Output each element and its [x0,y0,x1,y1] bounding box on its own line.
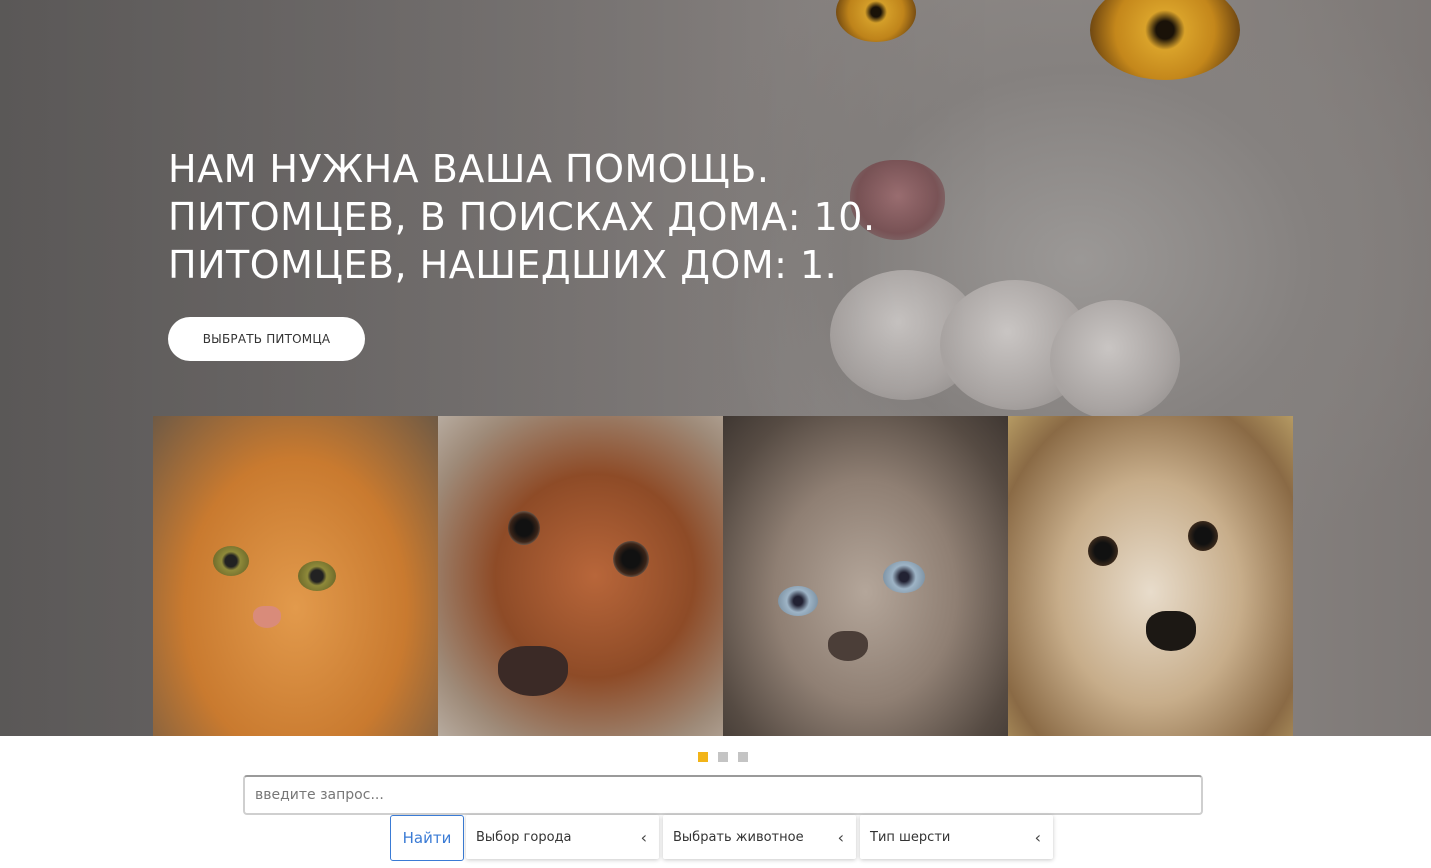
slide-puppy[interactable] [1008,416,1293,736]
slide-orange-cat[interactable] [153,416,438,736]
pet-eye-image [1088,536,1118,566]
animal-select[interactable]: Выбрать животное ‹ [663,815,856,859]
city-select-label: Выбор города [476,829,572,845]
hero-line-found: ПИТОМЦЕВ, НАШЕДШИХ ДОМ: 1. [168,243,838,287]
pet-eye-image [778,586,818,616]
chevron-left-icon: ‹ [640,827,647,847]
animal-select-label: Выбрать животное [673,829,804,845]
pet-nose-image [253,606,281,628]
carousel-dot-2[interactable] [718,752,728,762]
carousel-dot-1[interactable] [698,752,708,762]
pet-eye-image [213,546,249,576]
carousel-dot-3[interactable] [738,752,748,762]
pet-carousel [153,416,1293,736]
chevron-left-icon: ‹ [1034,827,1041,847]
slide-persian-cat[interactable] [723,416,1008,736]
pet-eye-image [883,561,925,593]
fur-type-select-label: Тип шерсти [870,829,951,845]
city-select[interactable]: Выбор города ‹ [466,815,659,859]
slide-dachshund[interactable] [438,416,723,736]
carousel-dots [698,752,748,762]
pet-eye-image [508,511,540,545]
hero-title: НАМ НУЖНА ВАША ПОМОЩЬ. ПИТОМЦЕВ, В ПОИСК… [168,145,1068,289]
pet-nose-image [498,646,568,696]
hero-line-searching: ПИТОМЦЕВ, В ПОИСКАХ ДОМА: 10. [168,195,876,239]
pet-nose-image [828,631,868,661]
chevron-left-icon: ‹ [837,827,844,847]
pet-nose-image [1146,611,1196,651]
pet-eye-image [298,561,336,591]
hero-line-help: НАМ НУЖНА ВАША ПОМОЩЬ. [168,147,770,191]
pet-eye-image [613,541,649,577]
choose-pet-button[interactable]: ВЫБРАТЬ ПИТОМЦА [168,317,365,361]
fur-type-select[interactable]: Тип шерсти ‹ [860,815,1053,859]
find-button[interactable]: Найти [390,815,464,861]
search-input[interactable] [243,775,1203,815]
pet-eye-image [1188,521,1218,551]
